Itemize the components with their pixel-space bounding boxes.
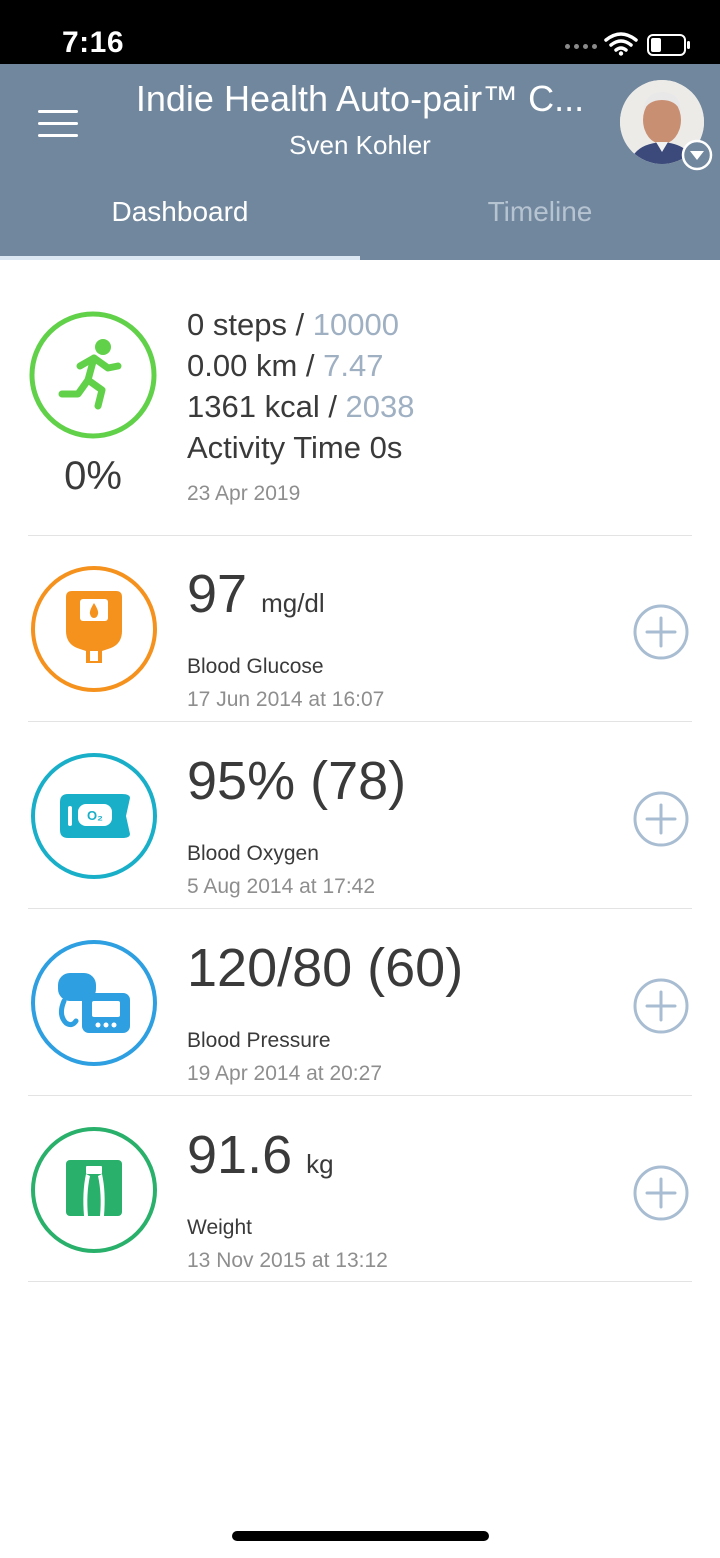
steps-goal: 10000 — [312, 307, 400, 342]
metric-number: 97 — [187, 564, 248, 624]
metric-date: 17 Jun 2014 at 16:07 — [187, 688, 385, 711]
activity-card[interactable]: 0% 0 steps / 10000 0.00 km / 7.47 1361 k… — [28, 290, 692, 535]
add-weight-button[interactable] — [632, 1164, 690, 1222]
metric-value: 91.6 kg — [187, 1124, 334, 1186]
add-blood-glucose-button[interactable] — [632, 603, 690, 661]
status-bar: 7:16 — [0, 0, 720, 64]
battery-icon — [647, 34, 690, 56]
glucose-meter-icon — [31, 566, 157, 692]
metric-value: 95% (78) — [187, 750, 406, 812]
divider — [28, 1281, 692, 1282]
metric-label: Blood Pressure — [187, 1029, 331, 1052]
metric-number: 120/80 (60) — [187, 938, 464, 998]
blood-pressure-monitor-icon — [31, 940, 157, 1066]
active-tab-indicator — [0, 256, 360, 260]
metric-value: 97 mg/dl — [187, 563, 325, 625]
metric-row-blood-pressure[interactable]: 120/80 (60) Blood Pressure 19 Apr 2014 a… — [28, 909, 692, 1095]
calories-line: 1361 kcal / 2038 — [187, 386, 415, 427]
metric-row-blood-oxygen[interactable]: O₂ 95% (78) Blood Oxygen 5 Aug 2014 at 1… — [28, 722, 692, 908]
metric-label: Blood Glucose — [187, 655, 324, 678]
scale-icon — [31, 1127, 157, 1253]
activity-summary: 0 steps / 10000 0.00 km / 7.47 1361 kcal… — [187, 304, 415, 468]
metric-row-weight[interactable]: 91.6 kg Weight 13 Nov 2015 at 13:12 — [28, 1096, 692, 1282]
page-title: Indie Health Auto-pair™ C... — [135, 78, 585, 119]
calories-value: 1361 kcal / — [187, 389, 346, 424]
cellular-signal-icon — [565, 44, 597, 49]
pulse-oximeter-icon: O₂ — [31, 753, 157, 879]
running-person-icon — [29, 311, 157, 439]
metric-unit: mg/dl — [261, 588, 325, 618]
add-blood-pressure-button[interactable] — [632, 977, 690, 1035]
metric-label: Blood Oxygen — [187, 842, 319, 865]
metric-label: Weight — [187, 1216, 252, 1239]
tab-dashboard[interactable]: Dashboard — [0, 182, 360, 260]
distance-value: 0.00 km / — [187, 348, 324, 383]
menu-button[interactable] — [38, 108, 78, 138]
status-time: 7:16 — [62, 26, 125, 59]
tab-timeline[interactable]: Timeline — [360, 182, 720, 260]
activity-date: 23 Apr 2019 — [187, 482, 301, 505]
calories-goal: 2038 — [345, 389, 415, 424]
svg-text:O₂: O₂ — [87, 808, 103, 823]
distance-goal: 7.47 — [323, 348, 384, 383]
app-header: Indie Health Auto-pair™ C... Sven Kohler… — [0, 64, 720, 260]
metric-date: 5 Aug 2014 at 17:42 — [187, 875, 376, 898]
steps-line: 0 steps / 10000 — [187, 304, 415, 345]
activity-time: Activity Time 0s — [187, 430, 403, 465]
metric-row-blood-glucose[interactable]: 97 mg/dl Blood Glucose 17 Jun 2014 at 16:… — [28, 535, 692, 721]
activity-percent: 0% — [64, 454, 122, 498]
metric-number: 95% (78) — [187, 751, 407, 811]
metric-date: 19 Apr 2014 at 20:27 — [187, 1062, 382, 1085]
tab-bar: Dashboard Timeline — [0, 182, 720, 260]
chevron-down-icon[interactable] — [681, 139, 713, 171]
distance-line: 0.00 km / 7.47 — [187, 345, 415, 386]
metric-value: 120/80 (60) — [187, 937, 463, 999]
metric-unit: kg — [306, 1149, 334, 1179]
steps-value: 0 steps / — [187, 307, 313, 342]
wifi-icon — [604, 32, 638, 56]
add-blood-oxygen-button[interactable] — [632, 790, 690, 848]
user-name: Sven Kohler — [289, 130, 431, 160]
metric-date: 13 Nov 2015 at 13:12 — [187, 1249, 388, 1272]
home-indicator[interactable] — [232, 1531, 489, 1541]
metric-number: 91.6 — [187, 1125, 293, 1185]
